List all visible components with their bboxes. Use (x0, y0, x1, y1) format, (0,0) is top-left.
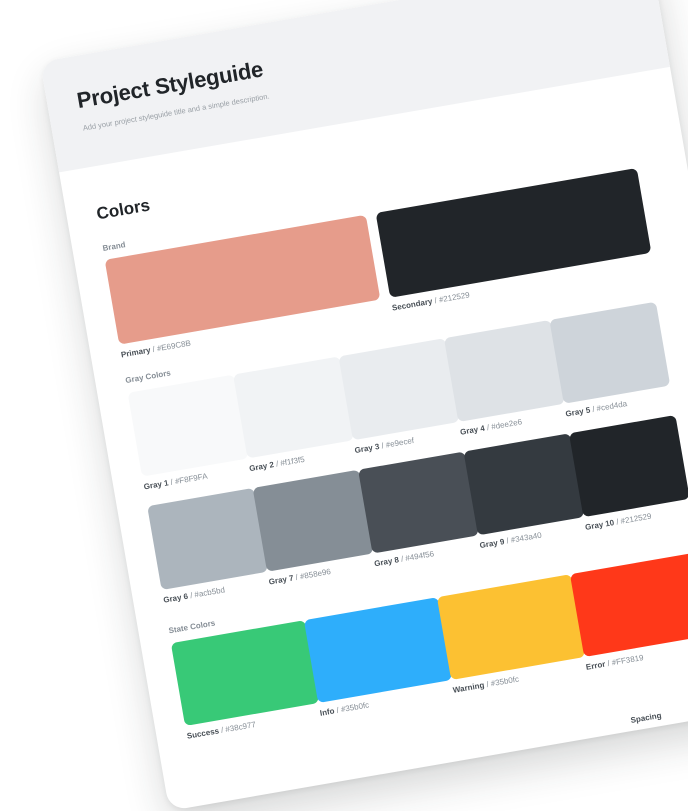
name-gray-10: Gray 10 (584, 518, 615, 532)
swatch-gray-1 (127, 374, 249, 477)
hex-primary: #E69C8B (156, 338, 192, 354)
swatch-success (170, 620, 320, 726)
colors-heading: Colors (95, 195, 152, 224)
name-gray-4: Gray 4 (459, 423, 486, 437)
hex-gray-2: #f1f3f5 (279, 454, 306, 468)
swatch-primary (104, 214, 381, 345)
swatch-info (303, 597, 453, 704)
hex-gray-10: #212529 (619, 511, 653, 526)
swatch-gray-9 (463, 433, 585, 536)
hex-gray-9: #343a40 (510, 530, 543, 545)
spacing-label: Spacing (629, 710, 663, 725)
caption-gray-5: Gray 5 / #ced4da (564, 399, 628, 419)
caption-gray-6: Gray 6 / #acb5bd (162, 585, 226, 605)
swatch-gray-10 (568, 415, 688, 518)
caption-error: Error / #FF3819 (585, 653, 645, 672)
swatch-gray-3 (338, 338, 460, 441)
swatch-gray-6 (147, 487, 269, 590)
hex-error: #FF3819 (611, 653, 645, 668)
hex-gray-1: #F8F9FA (174, 471, 209, 487)
caption-gray-2: Gray 2 / #f1f3f5 (248, 454, 306, 474)
name-gray-9: Gray 9 (478, 537, 506, 551)
swatch-gray-7 (252, 469, 374, 572)
hex-gray-7: #858e96 (299, 567, 332, 582)
hex-info: #35b0fc (340, 700, 370, 715)
name-gray-6: Gray 6 (162, 591, 189, 605)
styleguide-sheet: Project Styleguide Add your project styl… (40, 0, 688, 811)
name-gray-2: Gray 2 (248, 460, 275, 474)
brand-label: Brand (101, 240, 127, 253)
caption-gray-8: Gray 8 / #494f56 (373, 549, 435, 569)
swatch-gray-4 (443, 319, 565, 423)
hex-success: #38c977 (224, 720, 257, 735)
name-success: Success (186, 726, 220, 741)
hex-warning: #35b0fc (490, 674, 520, 689)
swatch-error (569, 551, 688, 658)
gray-colors-label: Gray Colors (124, 368, 172, 386)
caption-info: Info / #35b0fc (319, 700, 370, 718)
name-gray-1: Gray 1 (143, 478, 170, 492)
name-gray-3: Gray 3 (353, 441, 381, 456)
name-primary: Primary (120, 345, 152, 360)
name-error: Error (585, 659, 607, 672)
swatch-gray-5 (549, 301, 671, 404)
name-secondary: Secondary (391, 296, 434, 313)
name-gray-5: Gray 5 (564, 405, 591, 419)
hex-gray-4: #dee2e6 (490, 417, 523, 432)
name-warning: Warning (452, 680, 485, 695)
state-colors-label: State Colors (167, 618, 216, 636)
hex-gray-3: #e9ecef (385, 435, 415, 450)
swatch-gray-8 (358, 451, 479, 554)
name-info: Info (319, 706, 336, 718)
name-gray-7: Gray 7 (268, 573, 295, 587)
hex-gray-5: #ced4da (595, 399, 628, 414)
swatch-gray-2 (233, 356, 354, 459)
swatch-warning (436, 574, 586, 681)
hex-gray-6: #acb5bd (193, 585, 226, 600)
swatch-secondary (375, 167, 652, 298)
caption-gray-3: Gray 3 / #e9ecef (353, 435, 415, 456)
name-gray-8: Gray 8 (373, 555, 400, 569)
hex-gray-8: #494f56 (404, 549, 435, 563)
hex-secondary: #212529 (438, 290, 471, 305)
